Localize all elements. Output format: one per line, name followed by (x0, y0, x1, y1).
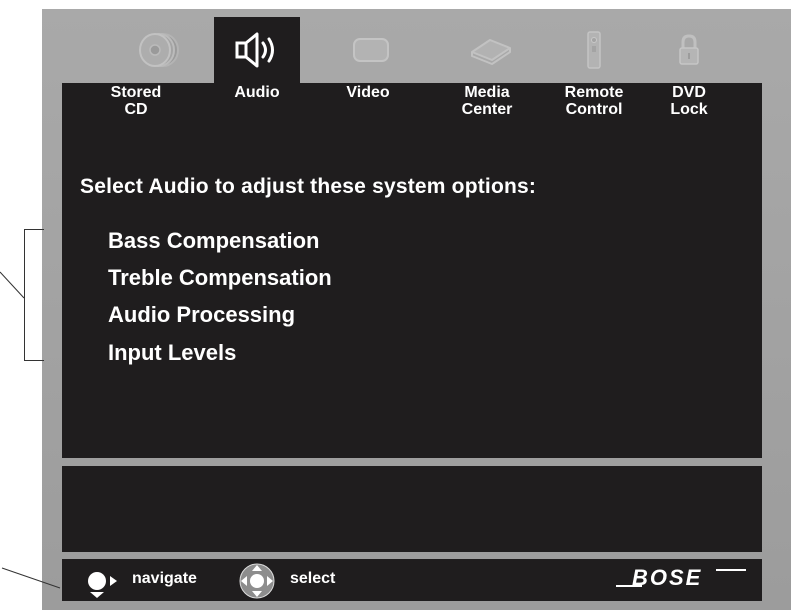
options-heading: Select Audio to adjust these system opti… (80, 175, 537, 198)
remote-control-icon (551, 17, 637, 83)
footer-callout-line (1, 567, 61, 589)
tab-label-audio: Audio (234, 84, 280, 101)
cd-stack-icon (117, 17, 203, 83)
brand-text: BOSE (632, 566, 702, 590)
select-pad-icon (237, 561, 281, 606)
info-panel (62, 466, 762, 552)
tab-label-video: Video (346, 84, 390, 101)
callout-leader-line (0, 271, 25, 299)
tab-label-stored-cd: Stored CD (110, 84, 162, 118)
tab-stored-cd[interactable] (117, 17, 203, 83)
speaker-icon (214, 17, 300, 83)
tab-video[interactable] (329, 17, 415, 83)
tab-label-media-center: Media Center (461, 84, 513, 118)
tab-audio[interactable] (214, 17, 300, 83)
bose-logo: BOSE (612, 565, 752, 595)
tab-remote-control[interactable] (551, 17, 637, 83)
lock-icon (646, 17, 732, 83)
tab-media-center[interactable] (447, 17, 533, 83)
tab-label-dvd-lock: DVD Lock (670, 84, 708, 118)
option-treble-compensation[interactable]: Treble Compensation (108, 265, 332, 291)
select-hint: select (290, 570, 336, 587)
screen-icon (329, 17, 415, 83)
option-bass-compensation[interactable]: Bass Compensation (108, 228, 320, 254)
tab-dvd-lock[interactable] (646, 17, 732, 83)
option-input-levels[interactable]: Input Levels (108, 340, 236, 366)
navigate-pad-icon (84, 567, 124, 604)
navigate-hint: navigate (132, 570, 197, 587)
media-center-icon (447, 17, 533, 83)
option-audio-processing[interactable]: Audio Processing (108, 302, 295, 328)
tab-label-remote-control: Remote Control (564, 84, 624, 118)
